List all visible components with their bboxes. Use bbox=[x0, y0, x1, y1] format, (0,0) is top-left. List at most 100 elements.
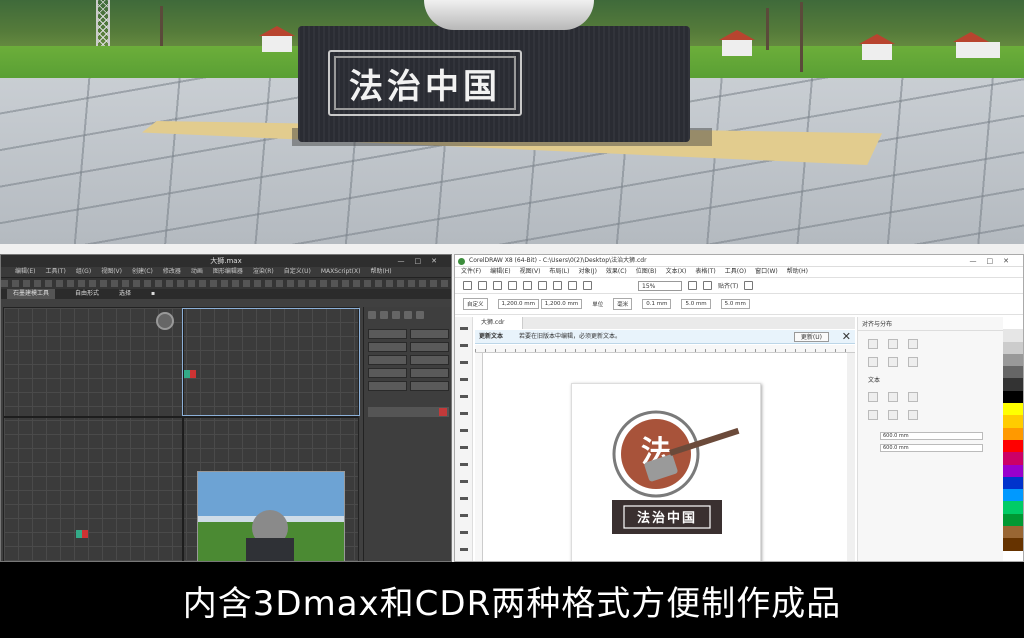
menu-maxscript[interactable]: MAXScript(X) bbox=[321, 267, 361, 277]
minimize-button[interactable]: — bbox=[970, 257, 987, 265]
snap-to-dropdown[interactable]: 贴齐(T) bbox=[718, 281, 738, 290]
menu-window[interactable]: 窗口(W) bbox=[755, 267, 778, 277]
cdr-window-controls[interactable]: —□✕ bbox=[970, 255, 1020, 267]
units-select[interactable]: 毫米 bbox=[613, 298, 633, 310]
tab-graphite-modeling[interactable]: 石墨建模工具 bbox=[7, 289, 56, 299]
menu-tools[interactable]: 工具(O) bbox=[725, 267, 746, 277]
max-main-toolbar[interactable] bbox=[1, 277, 451, 289]
vertical-scrollbar[interactable] bbox=[847, 353, 855, 561]
menu-create[interactable]: 创建(C) bbox=[132, 267, 153, 277]
horizontal-ruler[interactable] bbox=[475, 345, 855, 353]
tab-selection[interactable]: 选择 bbox=[119, 289, 131, 299]
maximize-button[interactable]: □ bbox=[415, 257, 432, 265]
menu-view[interactable]: 视图(V) bbox=[101, 267, 122, 277]
duplicate-x-field[interactable]: 5.0 mm bbox=[681, 299, 711, 309]
menu-rendering[interactable]: 渲染(R) bbox=[253, 267, 274, 277]
rulers-icon[interactable] bbox=[703, 281, 712, 290]
menu-layout[interactable]: 布局(L) bbox=[549, 267, 569, 277]
menu-edit[interactable]: 编辑(E) bbox=[490, 267, 510, 277]
maximize-button[interactable]: □ bbox=[987, 257, 1004, 265]
menu-file[interactable]: 文件(F) bbox=[461, 267, 481, 277]
palette-swatch[interactable] bbox=[1003, 403, 1023, 416]
distribute-buttons[interactable] bbox=[858, 384, 1005, 428]
palette-swatch[interactable] bbox=[1003, 415, 1023, 428]
palette-swatch[interactable] bbox=[1003, 317, 1023, 330]
palette-swatch[interactable] bbox=[1003, 329, 1023, 342]
max-window-controls[interactable]: —□✕ bbox=[398, 255, 448, 267]
menu-tools[interactable]: 工具(T) bbox=[45, 267, 65, 277]
drawing-canvas[interactable]: 法 法治中国 bbox=[483, 353, 855, 562]
palette-swatch[interactable] bbox=[1003, 538, 1023, 551]
palette-swatch[interactable] bbox=[1003, 439, 1023, 453]
menu-modifiers[interactable]: 修改器 bbox=[163, 267, 181, 277]
cut-icon[interactable] bbox=[523, 281, 532, 290]
nudge-distance-field[interactable]: 0.1 mm bbox=[642, 299, 672, 309]
zoom-level-select[interactable]: 15% bbox=[638, 280, 682, 291]
new-icon[interactable] bbox=[463, 281, 472, 290]
page-height-field[interactable]: 1,200.0 mm bbox=[540, 299, 583, 309]
menu-help[interactable]: 帮助(H) bbox=[370, 267, 391, 277]
redo-icon[interactable] bbox=[583, 281, 592, 290]
position-x-field[interactable]: 600.0 mm bbox=[880, 432, 983, 440]
duplicate-y-field[interactable]: 5.0 mm bbox=[720, 299, 750, 309]
active-viewport[interactable] bbox=[182, 308, 360, 416]
palette-swatch[interactable] bbox=[1003, 366, 1023, 379]
open-icon[interactable] bbox=[478, 281, 487, 290]
document-page[interactable]: 法 法治中国 bbox=[571, 383, 762, 562]
menu-effects[interactable]: 效果(C) bbox=[606, 267, 627, 277]
palette-swatch[interactable] bbox=[1003, 427, 1023, 440]
copy-icon[interactable] bbox=[538, 281, 547, 290]
print-icon[interactable] bbox=[508, 281, 517, 290]
menu-animation[interactable]: 动画 bbox=[191, 267, 203, 277]
full-screen-icon[interactable] bbox=[688, 281, 697, 290]
palette-swatch[interactable] bbox=[1003, 464, 1023, 477]
menu-view[interactable]: 视图(V) bbox=[520, 267, 541, 277]
menu-text[interactable]: 文本(X) bbox=[666, 267, 687, 277]
palette-swatch[interactable] bbox=[1003, 513, 1023, 527]
minimize-button[interactable]: — bbox=[398, 257, 415, 265]
paste-icon[interactable] bbox=[553, 281, 562, 290]
palette-swatch[interactable] bbox=[1003, 489, 1023, 502]
palette-swatch[interactable] bbox=[1003, 526, 1023, 539]
menu-graph-editors[interactable]: 图形编辑器 bbox=[213, 267, 243, 277]
save-icon[interactable] bbox=[493, 281, 502, 290]
menu-table[interactable]: 表格(T) bbox=[695, 267, 715, 277]
undo-icon[interactable] bbox=[568, 281, 577, 290]
viewcube-icon[interactable] bbox=[156, 312, 174, 330]
vertical-ruler[interactable] bbox=[475, 353, 483, 561]
house bbox=[859, 34, 895, 60]
palette-swatch[interactable] bbox=[1003, 378, 1023, 391]
palette-swatch[interactable] bbox=[1003, 476, 1023, 490]
page-width-field[interactable]: 1,200.0 mm bbox=[497, 299, 539, 309]
page-preset-select[interactable]: 自定义 bbox=[463, 298, 488, 310]
close-button[interactable]: ✕ bbox=[1003, 257, 1019, 265]
close-icon[interactable]: ✕ bbox=[842, 330, 851, 344]
options-gear-icon[interactable] bbox=[744, 281, 754, 290]
tab-toggle[interactable]: ▪ bbox=[151, 289, 155, 299]
menu-help[interactable]: 帮助(H) bbox=[787, 267, 808, 277]
document-tab[interactable]: 大狮.cdr bbox=[475, 317, 524, 329]
update-text-button[interactable]: 更新(U) bbox=[793, 332, 829, 342]
menu-group[interactable]: 组(G) bbox=[76, 267, 91, 277]
object-type-buttons[interactable] bbox=[364, 323, 451, 397]
palette-swatch[interactable] bbox=[1003, 501, 1023, 514]
palette-swatch[interactable] bbox=[1003, 353, 1023, 367]
cdr-toolbox[interactable] bbox=[455, 317, 473, 561]
palette-swatch[interactable] bbox=[1003, 452, 1023, 465]
palette-swatch[interactable] bbox=[1003, 550, 1023, 561]
object-name-field[interactable] bbox=[368, 407, 449, 417]
menu-edit[interactable]: 编辑(E) bbox=[15, 267, 35, 277]
object-color-swatch[interactable] bbox=[439, 408, 447, 416]
palette-swatch[interactable] bbox=[1003, 341, 1023, 354]
palette-swatch[interactable] bbox=[1003, 390, 1023, 404]
align-buttons[interactable] bbox=[858, 331, 1005, 375]
logo-artwork[interactable]: 法 法治中国 bbox=[572, 384, 762, 562]
menu-object[interactable]: 对象(J) bbox=[578, 267, 596, 277]
menu-bitmaps[interactable]: 位图(B) bbox=[636, 267, 657, 277]
close-button[interactable]: ✕ bbox=[431, 257, 447, 265]
color-palette[interactable] bbox=[1003, 317, 1023, 561]
tab-freeform[interactable]: 自由形式 bbox=[75, 289, 99, 299]
position-y-field[interactable]: 600.0 mm bbox=[880, 444, 983, 452]
menu-customize[interactable]: 自定义(U) bbox=[284, 267, 311, 277]
command-panel-tabs[interactable] bbox=[364, 307, 451, 323]
